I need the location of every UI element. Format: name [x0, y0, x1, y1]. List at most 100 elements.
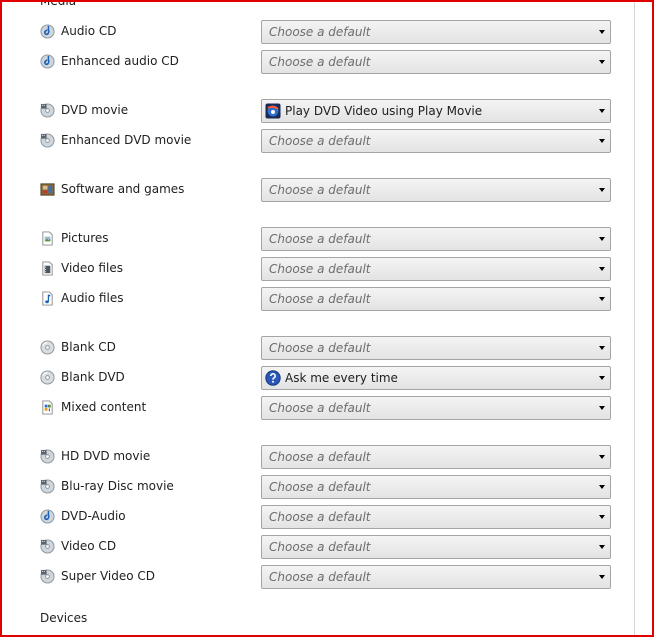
default-action-dropdown[interactable]: Play DVD Video using Play Movie: [261, 99, 611, 123]
question-icon: [265, 370, 281, 386]
chevron-down-icon: [599, 346, 605, 350]
super-video-cd-icon: [40, 569, 55, 584]
default-action-dropdown[interactable]: Choose a default: [261, 178, 611, 202]
row-label: Video files: [61, 261, 123, 275]
chevron-down-icon: [599, 267, 605, 271]
chevron-down-icon: [599, 237, 605, 241]
autoplay-row-audio-cd: Audio CD Choose a default: [0, 20, 634, 44]
blank-cd-icon: [40, 340, 55, 355]
row-label: Enhanced DVD movie: [61, 133, 192, 147]
section-heading-devices: Devices: [40, 611, 88, 625]
default-action-dropdown[interactable]: Choose a default: [261, 535, 611, 559]
blank-dvd-icon: [40, 370, 55, 385]
row-label: HD DVD movie: [61, 449, 151, 463]
row-label: DVD-Audio: [61, 509, 126, 523]
dropdown-value: Choose a default: [269, 183, 371, 197]
row-label: Pictures: [61, 231, 109, 245]
bluray-icon: [40, 479, 55, 494]
autoplay-row-software-and-games: Software and games Choose a default: [0, 178, 634, 202]
dropdown-value: Choose a default: [269, 510, 371, 524]
dropdown-value: Choose a default: [269, 55, 371, 69]
default-action-dropdown[interactable]: Choose a default: [261, 505, 611, 529]
dropdown-value: Choose a default: [269, 540, 371, 554]
row-label: Blu-ray Disc movie: [61, 479, 174, 493]
autoplay-row-enhanced-dvd-movie: Enhanced DVD movie Choose a default: [0, 129, 634, 153]
play-movie-icon: [265, 103, 281, 119]
chevron-down-icon: [599, 515, 605, 519]
scrollbar-edge: [634, 0, 635, 637]
dropdown-value: Ask me every time: [285, 371, 398, 385]
dropdown-value: Choose a default: [269, 450, 371, 464]
software-games-icon: [40, 182, 55, 197]
autoplay-row-audio-files: Audio files Choose a default: [0, 287, 634, 311]
chevron-down-icon: [599, 109, 605, 113]
default-action-dropdown[interactable]: Choose a default: [261, 336, 611, 360]
default-action-dropdown[interactable]: Ask me every time: [261, 366, 611, 390]
autoplay-row-mixed-content: Mixed content Choose a default: [0, 396, 634, 420]
row-label: Super Video CD: [61, 569, 156, 583]
default-action-dropdown[interactable]: Choose a default: [261, 257, 611, 281]
autoplay-row-enhanced-audio-cd: Enhanced audio CD Choose a default: [0, 50, 634, 74]
autoplay-row-video-files: Video files Choose a default: [0, 257, 634, 281]
chevron-down-icon: [599, 455, 605, 459]
default-action-dropdown[interactable]: Choose a default: [261, 287, 611, 311]
chevron-down-icon: [599, 485, 605, 489]
autoplay-row-blank-cd: Blank CD Choose a default: [0, 336, 634, 360]
autoplay-row-hd-dvd-movie: HD DVD movie Choose a default: [0, 445, 634, 469]
row-label: Blank CD: [61, 340, 116, 354]
autoplay-row-dvd-movie: DVD movie Play DVD Video using Play Movi…: [0, 99, 634, 123]
default-action-dropdown[interactable]: Choose a default: [261, 445, 611, 469]
row-label: DVD movie: [61, 103, 129, 117]
dropdown-value: Choose a default: [269, 25, 371, 39]
row-label: Audio CD: [61, 24, 117, 38]
dropdown-value: Choose a default: [269, 570, 371, 584]
dropdown-value: Choose a default: [269, 262, 371, 276]
mixed-content-icon: [40, 400, 55, 415]
chevron-down-icon: [599, 60, 605, 64]
dropdown-value: Play DVD Video using Play Movie: [285, 104, 483, 118]
chevron-down-icon: [599, 188, 605, 192]
default-action-dropdown[interactable]: Choose a default: [261, 129, 611, 153]
autoplay-row-pictures: Pictures Choose a default: [0, 227, 634, 251]
default-action-dropdown[interactable]: Choose a default: [261, 20, 611, 44]
dropdown-value: Choose a default: [269, 480, 371, 494]
default-action-dropdown[interactable]: Choose a default: [261, 50, 611, 74]
dropdown-value: Choose a default: [269, 401, 371, 415]
hd-dvd-icon: [40, 449, 55, 464]
row-label: Software and games: [61, 182, 185, 196]
chevron-down-icon: [599, 139, 605, 143]
dropdown-value: Choose a default: [269, 134, 371, 148]
autoplay-row-blank-dvd: Blank DVD Ask me every time: [0, 366, 634, 390]
chevron-down-icon: [599, 545, 605, 549]
default-action-dropdown[interactable]: Choose a default: [261, 396, 611, 420]
dropdown-value: Choose a default: [269, 292, 371, 306]
row-label: Mixed content: [61, 400, 147, 414]
default-action-dropdown[interactable]: Choose a default: [261, 475, 611, 499]
autoplay-row-blu-ray-disc-movie: Blu-ray Disc movie Choose a default: [0, 475, 634, 499]
section-heading-media: Media: [40, 0, 77, 8]
default-action-dropdown[interactable]: Choose a default: [261, 565, 611, 589]
autoplay-row-super-video-cd: Super Video CD Choose a default: [0, 565, 634, 589]
row-label: Enhanced audio CD: [61, 54, 179, 68]
video-cd-icon: [40, 539, 55, 554]
autoplay-row-video-cd: Video CD Choose a default: [0, 535, 634, 559]
dvd-movie-icon: [40, 133, 55, 148]
default-action-dropdown[interactable]: Choose a default: [261, 227, 611, 251]
dropdown-value: Choose a default: [269, 341, 371, 355]
row-label: Blank DVD: [61, 370, 125, 384]
row-label: Video CD: [61, 539, 117, 553]
chevron-down-icon: [599, 297, 605, 301]
dvd-movie-icon: [40, 103, 55, 118]
chevron-down-icon: [599, 376, 605, 380]
chevron-down-icon: [599, 30, 605, 34]
video-files-icon: [40, 261, 55, 276]
audio-cd-icon: [40, 54, 55, 69]
audio-files-icon: [40, 291, 55, 306]
row-label: Audio files: [61, 291, 124, 305]
chevron-down-icon: [599, 406, 605, 410]
audio-cd-icon: [40, 24, 55, 39]
chevron-down-icon: [599, 575, 605, 579]
autoplay-row-dvd-audio: DVD-Audio Choose a default: [0, 505, 634, 529]
pictures-icon: [40, 231, 55, 246]
dvd-audio-icon: [40, 509, 55, 524]
